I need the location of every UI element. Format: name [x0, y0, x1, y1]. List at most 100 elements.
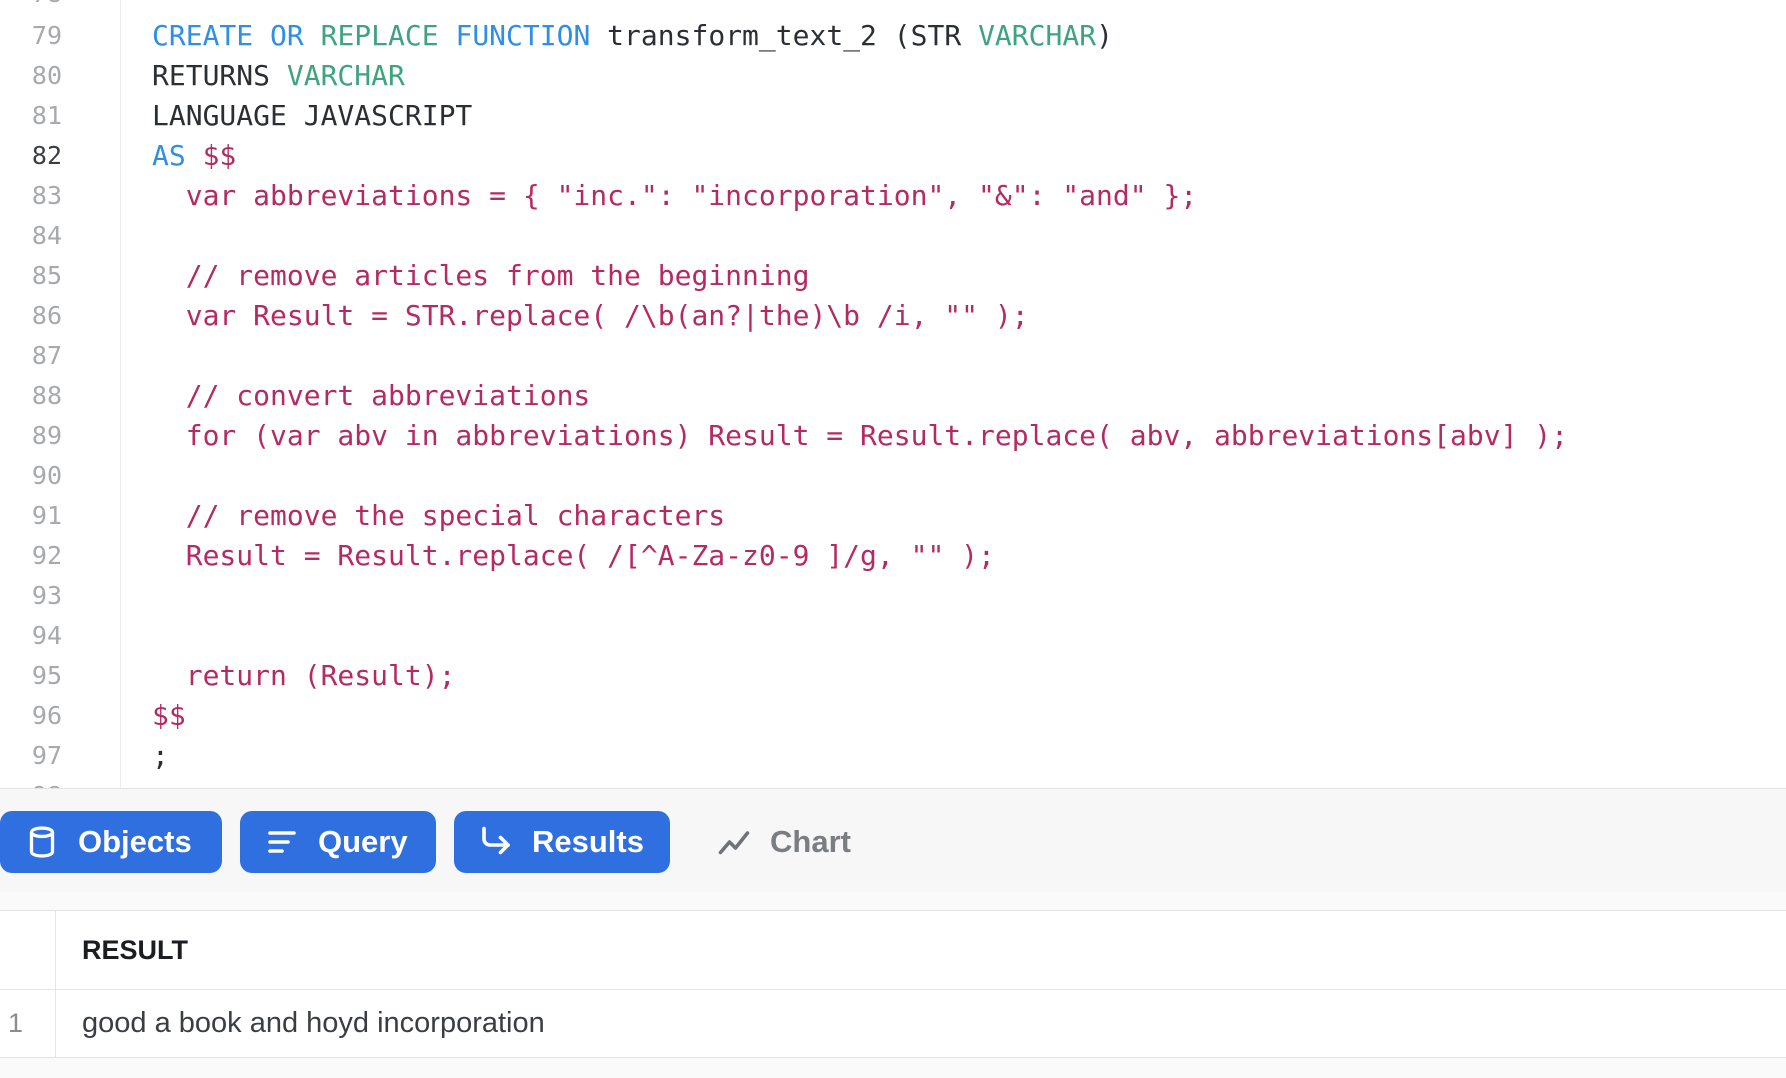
code-token: return (Result); — [152, 659, 456, 692]
code-line[interactable]: 93 — [0, 576, 1786, 616]
code-text: CREATE OR REPLACE FUNCTION transform_tex… — [152, 16, 1113, 56]
code-token: transform_text_2 (STR — [590, 19, 979, 52]
results-panel: RESULT 1 good a book and hoyd incorporat… — [0, 892, 1786, 1078]
line-number: 84 — [31, 221, 62, 250]
query-button[interactable]: Query — [240, 811, 436, 873]
line-number: 85 — [31, 261, 62, 290]
line-number: 90 — [31, 461, 62, 490]
table-header: RESULT — [0, 911, 1786, 990]
line-number: 86 — [31, 301, 62, 330]
line-number: 80 — [31, 61, 62, 90]
code-line[interactable]: 84 — [0, 216, 1786, 256]
code-token: var abbreviations = { "inc.": "incorpora… — [152, 179, 1198, 212]
code-line[interactable]: 97; — [0, 736, 1786, 776]
line-number: 97 — [31, 741, 62, 770]
row-index: 1 — [8, 1008, 24, 1038]
table-row[interactable]: 1 good a book and hoyd incorporation — [0, 990, 1786, 1056]
chart-button[interactable]: Chart — [692, 811, 872, 873]
code-token: VARCHAR — [286, 59, 405, 92]
query-label: Query — [318, 824, 408, 859]
line-number: 93 — [31, 581, 62, 610]
line-chart-icon — [716, 824, 752, 860]
line-number: 91 — [31, 501, 62, 530]
code-token: LANGUAGE JAVASCRIPT — [152, 99, 473, 132]
code-token: for (var abv in abbreviations) Result = … — [152, 419, 1569, 452]
code-token: // remove articles from the beginning — [152, 259, 810, 292]
line-number: 94 — [31, 621, 62, 650]
code-token: FUNCTION — [455, 19, 591, 52]
code-line[interactable]: 89 for (var abv in abbreviations) Result… — [0, 416, 1786, 456]
column-header-result[interactable]: RESULT — [82, 911, 188, 989]
code-token: $$ — [202, 139, 237, 172]
code-text: // remove articles from the beginning — [152, 256, 810, 296]
line-number: 82 — [31, 141, 62, 170]
code-token: REPLACE — [320, 19, 439, 52]
results-button[interactable]: Results — [454, 811, 670, 873]
code-line[interactable]: 90 — [0, 456, 1786, 496]
lines-icon — [264, 824, 300, 860]
code-text: RETURNS VARCHAR — [152, 56, 405, 96]
code-text: Result = Result.replace( /[^A-Za-z0-9 ]/… — [152, 536, 995, 576]
results-table[interactable]: RESULT 1 good a book and hoyd incorporat… — [0, 910, 1786, 1058]
code-token: OR — [270, 19, 304, 52]
code-token: CREATE — [152, 19, 254, 52]
line-number: 81 — [31, 101, 62, 130]
database-icon — [24, 824, 60, 860]
objects-label: Objects — [78, 824, 192, 859]
code-token: // convert abbreviations — [152, 379, 591, 412]
objects-button[interactable]: Objects — [0, 811, 222, 873]
code-text: $$ — [152, 696, 186, 736]
code-token: ; — [152, 739, 169, 772]
code-token: // remove the special characters — [152, 499, 726, 532]
code-line[interactable]: 94 — [0, 616, 1786, 656]
code-line[interactable]: 88 // convert abbreviations — [0, 376, 1786, 416]
results-label: Results — [532, 824, 644, 859]
code-line[interactable]: 82 AS $$ — [0, 136, 1786, 176]
line-number: 88 — [31, 381, 62, 410]
partial-code-line[interactable]: 78 — [0, 0, 1786, 14]
code-text: // remove the special characters — [152, 496, 725, 536]
code-line[interactable]: 80 RETURNS VARCHAR — [0, 56, 1786, 96]
line-number: 89 — [31, 421, 62, 450]
result-tab-bar: Objects Query Results Chart — [0, 788, 1786, 894]
code-line[interactable]: 85 // remove articles from the beginning — [0, 256, 1786, 296]
code-token: AS — [152, 139, 186, 172]
code-text: var abbreviations = { "inc.": "incorpora… — [152, 176, 1197, 216]
code-line[interactable]: 96 $$ — [0, 696, 1786, 736]
line-number: 78 — [0, 0, 62, 14]
line-number: 96 — [31, 701, 62, 730]
code-line[interactable]: 92 Result = Result.replace( /[^A-Za-z0-9… — [0, 536, 1786, 576]
code-line[interactable]: 81 LANGUAGE JAVASCRIPT — [0, 96, 1786, 136]
partial-code-line[interactable]: 98 — [0, 776, 1786, 788]
code-token: var Result = STR.replace( /\b(an?|the)\b… — [152, 299, 1029, 332]
code-token: Result = Result.replace( /[^A-Za-z0-9 ]/… — [152, 539, 995, 572]
code-token: ) — [1096, 19, 1113, 52]
code-text: // convert abbreviations — [152, 376, 591, 416]
line-number: 92 — [31, 541, 62, 570]
code-line[interactable]: 86 var Result = STR.replace( /\b(an?|the… — [0, 296, 1786, 336]
code-text: var Result = STR.replace( /\b(an?|the)\b… — [152, 296, 1029, 336]
code-text: for (var abv in abbreviations) Result = … — [152, 416, 1568, 456]
chart-label: Chart — [770, 824, 851, 859]
code-token: $$ — [152, 699, 186, 732]
code-token: VARCHAR — [978, 19, 1097, 52]
code-line[interactable]: 95 return (Result); — [0, 656, 1786, 696]
line-number: 98 — [0, 776, 62, 788]
result-cell[interactable]: good a book and hoyd incorporation — [82, 990, 545, 1056]
code-text: ; — [152, 736, 169, 776]
line-number: 87 — [31, 341, 62, 370]
code-line[interactable]: 91 // remove the special characters — [0, 496, 1786, 536]
line-number: 95 — [31, 661, 62, 690]
sql-editor[interactable]: 78 79 CREATE OR REPLACE FUNCTION transform… — [0, 0, 1786, 788]
return-arrow-icon — [478, 824, 514, 860]
line-number: 83 — [31, 181, 62, 210]
code-line[interactable]: 83 var abbreviations = { "inc.": "incorp… — [0, 176, 1786, 216]
code-line[interactable]: 79 CREATE OR REPLACE FUNCTION transform_t… — [0, 16, 1786, 56]
code-text: AS $$ — [152, 136, 236, 176]
line-number: 79 — [31, 21, 62, 50]
code-line[interactable]: 87 — [0, 336, 1786, 376]
